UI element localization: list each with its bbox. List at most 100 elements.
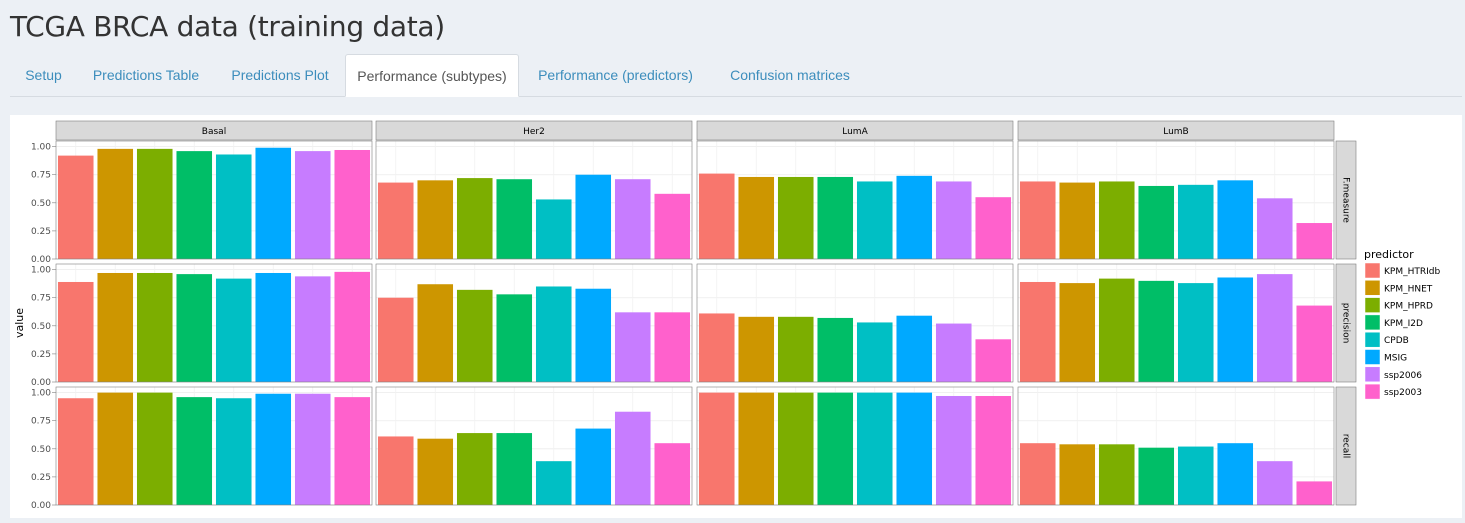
performance-plot-panel: Basal Her2 LumA LumB F.measure 0.00 0.25 0.50 0.… bbox=[10, 115, 1462, 518]
bar-ssp2003-lumb-precision bbox=[1296, 305, 1333, 382]
legend-swatch-kpm_hnet bbox=[1364, 280, 1381, 296]
bar-kpm_hprd-luma-f-measure bbox=[777, 176, 814, 259]
legend-label-kpm_htridb: KPM_HTRIdb bbox=[1384, 267, 1440, 277]
bar-kpm_i2d-her2-recall bbox=[496, 433, 533, 505]
legend-label-msig: MSIG bbox=[1384, 354, 1407, 364]
legend-label-ssp2006: ssp2006 bbox=[1384, 371, 1422, 381]
bar-ssp2003-luma-f-measure bbox=[975, 197, 1012, 259]
tab-performance-predictors[interactable]: Performance (predictors) bbox=[519, 54, 712, 95]
tab-predictions-plot[interactable]: Predictions Plot bbox=[215, 54, 345, 95]
y-tick-label: 0.50 bbox=[31, 199, 51, 209]
bar-msig-her2-f-measure bbox=[575, 174, 612, 259]
y-tick-label: 0.75 bbox=[31, 171, 51, 181]
bar-kpm_hprd-basal-precision bbox=[136, 272, 173, 382]
legend-label-kpm_hprd: KPM_HPRD bbox=[1384, 302, 1433, 312]
bar-kpm_hnet-basal-precision bbox=[97, 272, 134, 382]
bar-ssp2003-basal-recall bbox=[334, 397, 371, 505]
bar-kpm_i2d-luma-recall bbox=[817, 392, 854, 505]
bar-kpm_hprd-lumb-f-measure bbox=[1098, 181, 1135, 259]
legend-swatch-msig bbox=[1364, 349, 1381, 365]
bar-kpm_htridb-lumb-f-measure bbox=[1019, 181, 1056, 259]
bar-ssp2003-her2-f-measure bbox=[654, 193, 691, 259]
bar-kpm_hnet-lumb-f-measure bbox=[1059, 182, 1096, 259]
y-tick-label: 0.00 bbox=[31, 255, 51, 265]
tab-bar: Setup Predictions Table Predictions Plot… bbox=[10, 54, 1462, 97]
bar-kpm_hnet-basal-f-measure bbox=[97, 148, 134, 259]
bar-kpm_htridb-her2-f-measure bbox=[377, 182, 414, 259]
bar-ssp2006-basal-precision bbox=[294, 276, 331, 382]
bar-kpm_htridb-lumb-recall bbox=[1019, 443, 1056, 505]
bar-msig-luma-f-measure bbox=[896, 175, 933, 259]
facet-label-f-measure: F.measure bbox=[1341, 177, 1351, 223]
legend-swatch-cpdb bbox=[1364, 331, 1381, 348]
legend-swatch-ssp2003 bbox=[1364, 383, 1381, 400]
bar-kpm_hnet-her2-f-measure bbox=[417, 180, 454, 259]
tab-performance-subtypes[interactable]: Performance (subtypes) bbox=[345, 54, 519, 97]
bar-ssp2006-her2-recall bbox=[614, 411, 651, 505]
legend-label-ssp2003: ssp2003 bbox=[1384, 388, 1422, 398]
facet-label-basal: Basal bbox=[202, 127, 226, 137]
y-tick-label: 0.75 bbox=[31, 294, 51, 304]
bar-kpm_hprd-luma-precision bbox=[777, 316, 814, 382]
y-axis-label: value bbox=[13, 308, 26, 338]
bar-ssp2006-her2-precision bbox=[614, 312, 651, 382]
bar-kpm_hprd-luma-recall bbox=[777, 392, 814, 505]
bar-cpdb-basal-recall bbox=[215, 398, 252, 505]
bar-cpdb-her2-precision bbox=[535, 286, 572, 382]
bar-ssp2006-lumb-recall bbox=[1256, 461, 1293, 505]
bar-kpm_htridb-luma-recall bbox=[698, 392, 735, 505]
bar-kpm_hnet-lumb-precision bbox=[1059, 283, 1096, 382]
bar-kpm_i2d-lumb-f-measure bbox=[1138, 185, 1175, 259]
facet-label-luma: LumA bbox=[842, 127, 868, 137]
bar-msig-lumb-precision bbox=[1217, 277, 1254, 382]
bar-kpm_i2d-her2-precision bbox=[496, 294, 533, 382]
bar-kpm_htridb-basal-recall bbox=[57, 398, 94, 505]
page-title: TCGA BRCA data (training data) bbox=[10, 10, 445, 43]
tab-confusion-matrices[interactable]: Confusion matrices bbox=[712, 54, 868, 95]
bar-kpm_hnet-basal-recall bbox=[97, 392, 134, 505]
legend-label-kpm_hnet: KPM_HNET bbox=[1384, 284, 1433, 294]
y-tick-label: 0.00 bbox=[31, 378, 51, 388]
bar-msig-luma-precision bbox=[896, 315, 933, 382]
bar-kpm_hnet-luma-f-measure bbox=[738, 176, 775, 259]
bar-msig-luma-recall bbox=[896, 392, 933, 505]
bar-kpm_htridb-luma-f-measure bbox=[698, 173, 735, 259]
bar-kpm_htridb-luma-precision bbox=[698, 313, 735, 382]
bar-kpm_hprd-her2-f-measure bbox=[456, 178, 493, 259]
tab-setup[interactable]: Setup bbox=[10, 54, 77, 95]
bar-msig-lumb-f-measure bbox=[1217, 180, 1254, 259]
legend-swatch-kpm_i2d bbox=[1364, 314, 1381, 331]
bar-cpdb-luma-f-measure bbox=[856, 181, 893, 259]
bar-cpdb-lumb-precision bbox=[1177, 283, 1214, 382]
performance-chart: Basal Her2 LumA LumB F.measure 0.00 0.25 0.50 0.… bbox=[13, 120, 1440, 511]
tab-predictions-table[interactable]: Predictions Table bbox=[77, 54, 215, 95]
bar-ssp2003-basal-f-measure bbox=[334, 149, 371, 259]
bar-kpm_i2d-basal-f-measure bbox=[176, 151, 213, 259]
bar-kpm_i2d-lumb-recall bbox=[1138, 447, 1175, 505]
bar-ssp2003-luma-recall bbox=[975, 395, 1012, 505]
bar-kpm_htridb-basal-f-measure bbox=[57, 155, 94, 259]
bar-kpm_i2d-luma-f-measure bbox=[817, 176, 854, 259]
bar-kpm_hprd-lumb-precision bbox=[1098, 278, 1135, 382]
bar-kpm_htridb-her2-recall bbox=[377, 436, 414, 505]
facet-label-lumb: LumB bbox=[1163, 127, 1189, 137]
bar-msig-lumb-recall bbox=[1217, 443, 1254, 505]
bar-ssp2006-her2-f-measure bbox=[614, 179, 651, 259]
bar-msig-her2-recall bbox=[575, 428, 612, 505]
bar-msig-basal-precision bbox=[255, 272, 292, 382]
bar-ssp2006-luma-precision bbox=[935, 323, 972, 382]
bar-kpm_hnet-her2-precision bbox=[417, 284, 454, 382]
bar-ssp2006-lumb-f-measure bbox=[1256, 198, 1293, 259]
bar-cpdb-luma-precision bbox=[856, 322, 893, 382]
y-tick-label: 0.25 bbox=[31, 473, 51, 483]
bar-kpm_i2d-basal-recall bbox=[176, 397, 213, 505]
bar-cpdb-basal-precision bbox=[215, 278, 252, 382]
bar-kpm_htridb-basal-precision bbox=[57, 281, 94, 382]
bar-ssp2006-luma-recall bbox=[935, 395, 972, 505]
bar-ssp2003-lumb-f-measure bbox=[1296, 223, 1333, 259]
bar-cpdb-lumb-f-measure bbox=[1177, 184, 1214, 259]
bar-ssp2003-her2-recall bbox=[654, 443, 691, 505]
bar-kpm_i2d-basal-precision bbox=[176, 274, 213, 382]
bar-kpm_htridb-her2-precision bbox=[377, 297, 414, 382]
bar-ssp2003-lumb-recall bbox=[1296, 481, 1333, 505]
